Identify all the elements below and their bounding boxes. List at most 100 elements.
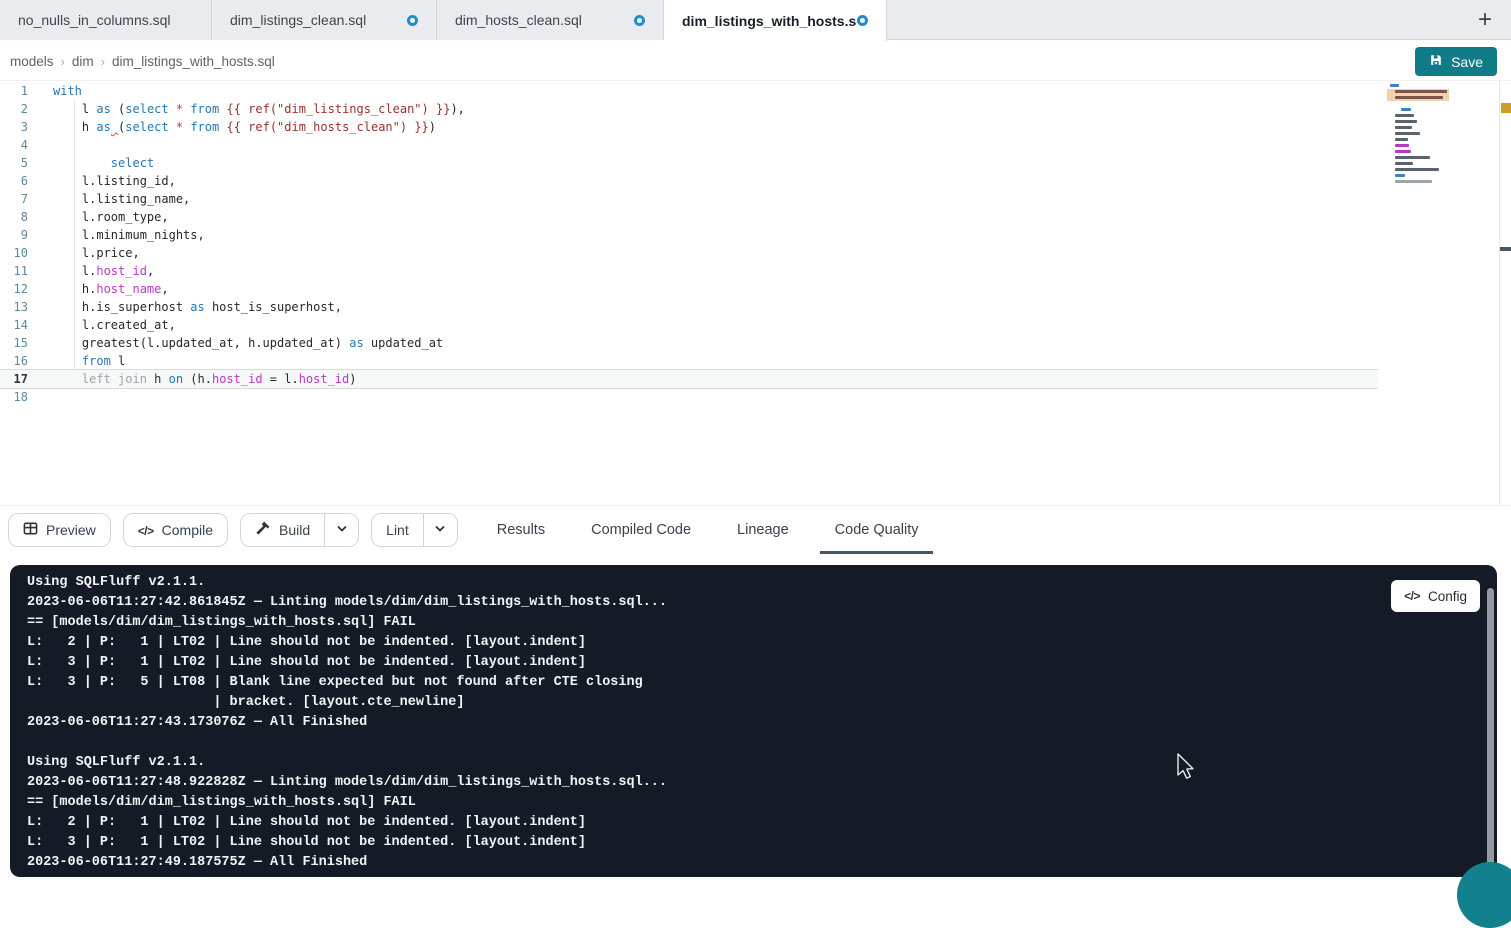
code-icon: </> [138,522,154,538]
minimap-line [1401,108,1411,111]
code-text: greatest(l.updated_at, h.updated_at) as … [53,334,443,352]
save-label: Save [1451,54,1483,70]
code-line[interactable]: 11 l.host_id, [0,262,1378,280]
chevron-down-icon [336,522,348,538]
help-fab-button[interactable] [1457,862,1511,928]
line-number: 16 [0,352,28,370]
minimap-line [1390,84,1399,87]
code-line[interactable]: 5 select [0,154,1378,172]
new-tab-button[interactable]: + [1471,6,1499,34]
code-line[interactable]: 14 l.created_at, [0,316,1378,334]
compile-button-main[interactable]: </> Compile [124,514,227,546]
editor-tab[interactable]: no_nulls_in_columns.sql [0,0,212,40]
line-number: 10 [0,244,28,262]
code-text: h.host_name, [53,280,169,298]
minimap-line [1395,162,1413,165]
code-line[interactable]: 17 left join h on (h.host_id = l.host_id… [0,370,1378,388]
config-button[interactable]: </> Config [1391,580,1480,612]
table-icon [23,521,38,539]
tab-lineage[interactable]: Lineage [722,506,804,554]
compile-label: Compile [162,522,213,538]
build-dropdown-button[interactable] [324,514,358,546]
tab-code-quality[interactable]: Code Quality [820,506,934,554]
terminal-output: Using SQLFluff v2.1.1. 2023-06-06T11:27:… [27,573,667,873]
lint-label: Lint [386,522,409,538]
code-editor[interactable]: 1with2 l as (select * from {{ ref("dim_l… [0,81,1511,505]
unsaved-indicator-icon [634,15,645,26]
code-line[interactable]: 7 l.listing_name, [0,190,1378,208]
overview-ruler-cursor-mark [1500,247,1511,251]
panel-tabs: Results Compiled Code Lineage Code Quality [482,506,950,554]
tab-label: dim_listings_with_hosts.sql [682,13,857,29]
lint-dropdown-button[interactable] [423,514,457,546]
code-line[interactable]: 16 from l [0,352,1378,370]
code-text: l.listing_name, [53,190,190,208]
line-number: 12 [0,280,28,298]
line-number: 13 [0,298,28,316]
terminal-scrollbar[interactable] [1487,588,1494,875]
breadcrumb-separator-icon: › [61,54,65,69]
line-number: 14 [0,316,28,334]
breadcrumb-item[interactable]: dim_listings_with_hosts.sql [112,54,275,69]
code-line[interactable]: 8 l.room_type, [0,208,1378,226]
minimap-line [1395,168,1439,171]
editor-tab[interactable]: dim_listings_with_hosts.sql [664,0,887,41]
minimap-line [1395,96,1443,99]
compile-button[interactable]: </> Compile [123,513,228,547]
lint-button-main[interactable]: Lint [372,514,423,546]
code-line[interactable]: 2 l as (select * from {{ ref("dim_listin… [0,100,1378,118]
line-number: 1 [0,82,28,100]
line-number: 9 [0,226,28,244]
minimap-line [1395,114,1414,117]
lint-button[interactable]: Lint [371,513,458,547]
code-line[interactable]: 3 h as (select * from {{ ref("dim_hosts_… [0,118,1378,136]
code-text: l.price, [53,244,140,262]
action-toolbar: Preview </> Compile Build Lint Results Compil… [0,505,1511,553]
code-line[interactable]: 12 h.host_name, [0,280,1378,298]
minimap-line [1395,126,1412,129]
minimap[interactable] [1390,84,1448,194]
code-line[interactable]: 4 [0,136,1378,154]
minimap-line [1395,174,1405,177]
preview-button-main[interactable]: Preview [9,514,110,546]
code-text: h.is_superhost as host_is_superhost, [53,298,342,316]
minimap-line [1395,132,1420,135]
line-number: 5 [0,154,28,172]
editor-tab[interactable]: dim_hosts_clean.sql [437,0,664,40]
build-button-main[interactable]: Build [241,514,324,546]
minimap-line [1395,180,1432,183]
code-text: l as (select * from {{ ref("dim_listings… [53,100,465,118]
line-number: 15 [0,334,28,352]
code-line[interactable]: 15 greatest(l.updated_at, h.updated_at) … [0,334,1378,352]
preview-button[interactable]: Preview [8,513,111,547]
code-line[interactable]: 6 l.listing_id, [0,172,1378,190]
code-text: from l [53,352,125,370]
code-line[interactable]: 13 h.is_superhost as host_is_superhost, [0,298,1378,316]
toolbar-buttons: Preview </> Compile Build Lint [8,513,470,547]
preview-label: Preview [46,522,96,538]
code-line[interactable]: 18 [0,388,1378,406]
code-text: l.room_type, [53,208,169,226]
build-button[interactable]: Build [240,513,359,547]
line-number: 17 [0,370,28,388]
overview-ruler-warning-mark [1501,103,1511,113]
code-text: l.created_at, [53,316,176,334]
line-number: 3 [0,118,28,136]
mouse-cursor-icon [1176,753,1198,783]
code-text: select [53,154,154,172]
code-line[interactable]: 1 with [0,82,1378,100]
overview-ruler [1499,81,1500,505]
code-line[interactable]: 9 l.minimum_nights, [0,226,1378,244]
build-label: Build [279,522,310,538]
tab-compiled-code[interactable]: Compiled Code [576,506,706,554]
save-button[interactable]: Save [1415,47,1497,76]
line-number: 7 [0,190,28,208]
code-line[interactable]: 10 l.price, [0,244,1378,262]
line-number: 2 [0,100,28,118]
breadcrumb-item[interactable]: dim [72,54,94,69]
breadcrumb-item[interactable]: models [10,54,54,69]
code-text: h as (select * from {{ ref("dim_hosts_cl… [53,118,436,136]
editor-tab[interactable]: dim_listings_clean.sql [212,0,437,40]
tab-results[interactable]: Results [482,506,560,554]
code-text: with [53,82,82,100]
